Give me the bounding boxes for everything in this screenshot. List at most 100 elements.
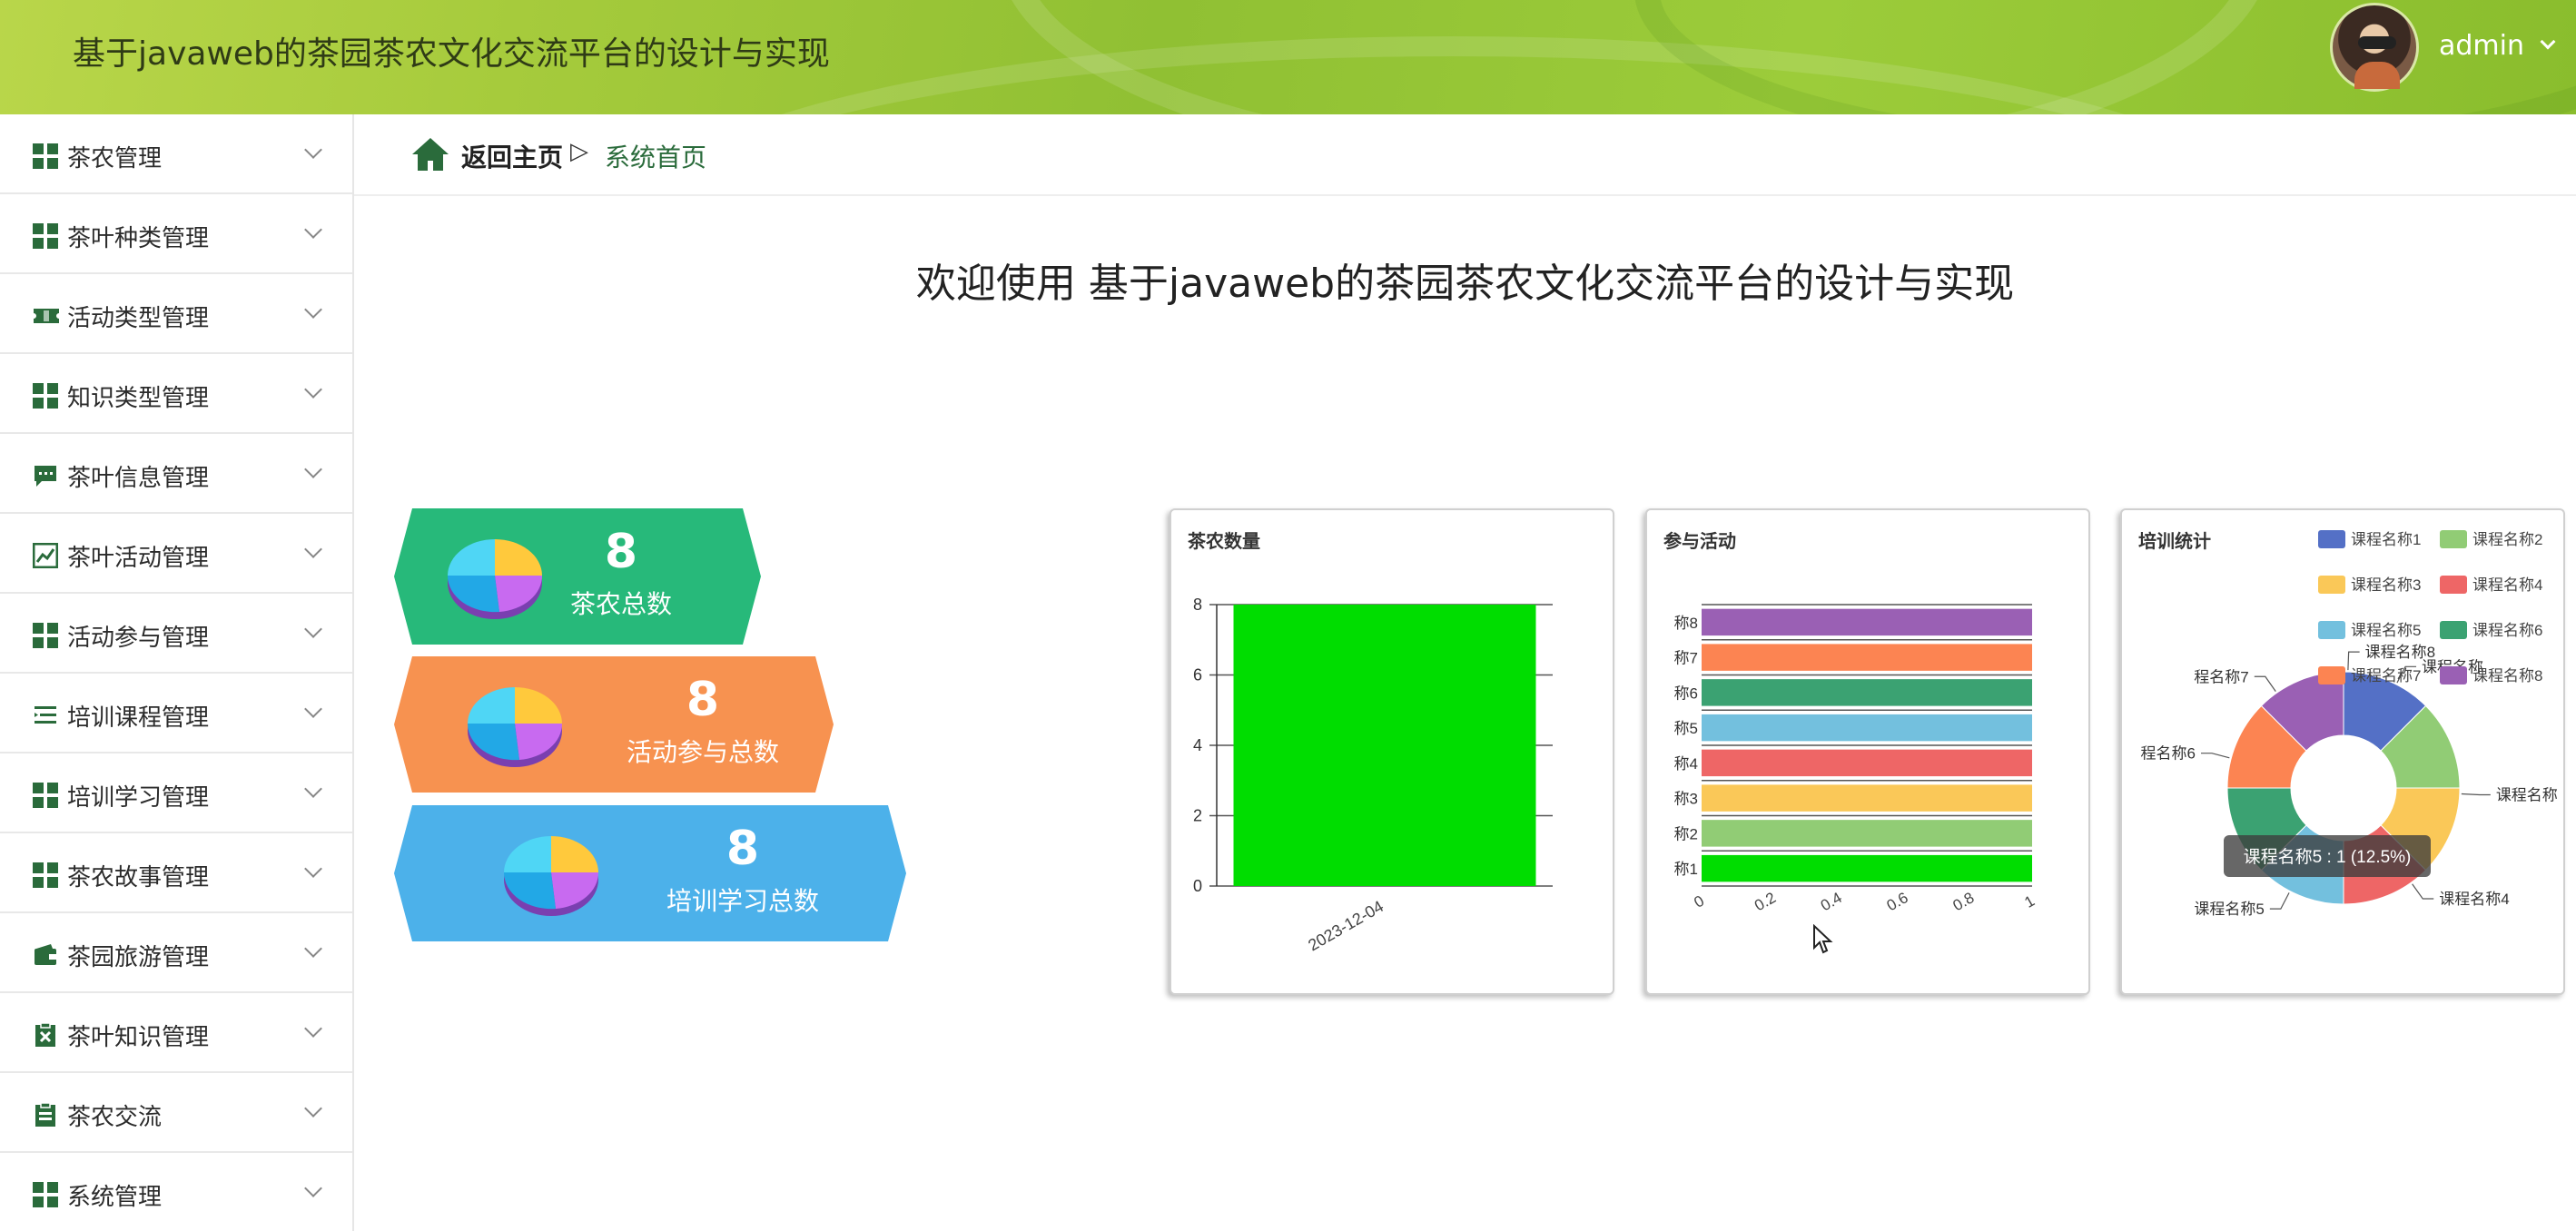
grid-icon [33,862,58,888]
legend-swatch [2318,621,2345,639]
y-tick-label: 称3 [1674,791,1698,808]
y-tick-label: 称8 [1674,615,1698,632]
chevron-down-icon [304,1019,322,1038]
sidebar-item-tea-knowledge[interactable]: 茶叶知识管理 [0,993,352,1073]
home-icon[interactable] [410,136,450,172]
x-tick-label: 1 [2021,892,2038,911]
sidebar-item-label: 系统管理 [67,1184,163,1211]
sidebar-item-label: 茶叶活动管理 [67,545,210,572]
pie-chart-icon [503,836,599,916]
stat-value: 8 [725,822,760,876]
y-tick-label: 称6 [1674,684,1698,702]
bar [1702,679,2032,706]
chart-panel-training: 培训统计 课程名称课程名称课程名称4课程名称5程名称6程名称7课程名称8课程名称… [2120,508,2565,995]
breadcrumb-home-link[interactable]: 返回主页 [461,138,563,174]
y-tick-label: 称7 [1674,650,1698,667]
sidebar-item-training-course[interactable]: 培训课程管理 [0,674,352,753]
y-tick-label: 称5 [1674,720,1698,737]
sidebar-item-farmer-exchange[interactable]: 茶农交流 [0,1073,352,1153]
wallet-icon [33,942,58,968]
sidebar-item-knowledge-type[interactable]: 知识类型管理 [0,354,352,434]
sidebar-item-training-study[interactable]: 培训学习管理 [0,753,352,833]
legend-swatch [2440,666,2467,684]
sidebar-item-label: 茶叶信息管理 [67,465,210,492]
legend-label: 课程名称7 [2351,667,2421,684]
donut-chart: 课程名称课程名称课程名称4课程名称5程名称6程名称7课程名称8课程名称1课程名称… [2141,530,2558,918]
sidebar-item-label: 活动类型管理 [67,305,210,332]
legend-swatch [2318,576,2345,594]
x-tick-label: 0.8 [1949,889,1977,914]
top-header: 基于javaweb的茶园茶农文化交流平台的设计与实现 admin [0,0,2576,114]
legend-swatch [2318,666,2345,684]
chart-panel-farmers: 茶农数量 0 2 4 6 8 2023-12-04 [1170,508,1614,995]
legend-label: 课程名称2 [2472,531,2542,548]
breadcrumb-separator: ▷ [570,138,588,165]
bar [1702,749,2032,777]
x-tick-label: 0 [1691,892,1707,911]
chevron-down-icon [304,460,322,478]
sidebar-item-system[interactable]: 系统管理 [0,1153,352,1231]
bar [1702,820,2032,847]
slice-label: 程名称7 [2194,668,2248,685]
sidebar: 茶农管理 茶叶种类管理 活动类型管理 知识类型管理 茶叶信息管理 茶叶活动管理 … [0,114,354,1231]
sidebar-item-garden-tour[interactable]: 茶园旅游管理 [0,913,352,993]
sidebar-item-label: 培训学习管理 [67,784,210,812]
legend-swatch [2318,530,2345,548]
sidebar-item-label: 活动参与管理 [67,625,210,652]
bar [1233,605,1536,886]
sidebar-item-label: 知识类型管理 [67,385,210,412]
sidebar-item-label: 茶农管理 [67,145,163,172]
grid-icon [33,143,58,169]
y-tick-label: 称4 [1674,755,1698,773]
x-tick-label: 0.2 [1752,889,1779,914]
y-tick-label: 称2 [1674,825,1698,842]
x-tick-label: 0.6 [1884,889,1911,914]
label-leader-line [2254,675,2276,692]
stat-value: 8 [686,673,720,727]
chevron-down-icon [304,700,322,718]
y-tick-label: 称1 [1674,861,1698,878]
grid-icon [33,223,58,249]
legend-swatch [2440,621,2467,639]
chevron-down-icon [304,300,322,319]
sidebar-item-activity-join[interactable]: 活动参与管理 [0,594,352,674]
chevron-down-icon [304,540,322,558]
chart-panel-activity: 参与活动 称1 称2 称3 称4 称5 称6 称7 称8 0 0.2 0.4 0.6 0.8 1 [1645,508,2090,995]
tooltip-text: 课程名称5 : 1 (12.5%) [2244,847,2412,867]
list-icon [33,703,58,728]
x-tick-label: 2023-12-04 [1305,897,1387,954]
trend-chart-icon [32,542,59,569]
sidebar-item-activity-type[interactable]: 活动类型管理 [0,274,352,354]
legend-swatch [2440,576,2467,594]
y-tick-label: 8 [1193,596,1202,614]
sidebar-item-tea-info[interactable]: 茶叶信息管理 [0,434,352,514]
slice-label: 课程名称5 [2194,901,2264,918]
sidebar-item-farmer-story[interactable]: 茶农故事管理 [0,833,352,913]
label-leader-line [2412,883,2434,900]
user-avatar[interactable] [2330,3,2419,92]
sidebar-item-label: 培训课程管理 [67,704,210,732]
chevron-down-icon [304,221,322,239]
sidebar-item-label: 茶叶知识管理 [67,1024,210,1051]
slice-label: 课程名称 [2496,786,2558,803]
app-title: 基于javaweb的茶园茶农文化交流平台的设计与实现 [73,35,830,73]
bar-chart: 0 2 4 6 8 2023-12-04 [1193,596,1553,955]
grid-icon [33,1182,58,1207]
y-tick-label: 0 [1193,877,1202,895]
stat-label: 培训学习总数 [666,886,819,916]
sidebar-item-tea-activity[interactable]: 茶叶活动管理 [0,514,352,594]
welcome-heading: 欢迎使用 基于javaweb的茶园茶农文化交流平台的设计与实现 [915,261,2015,307]
chevron-down-icon [304,620,322,638]
username-menu[interactable]: admin [2439,30,2524,62]
sidebar-item-label: 茶农交流 [67,1104,163,1131]
sidebar-item-tea-type[interactable]: 茶叶种类管理 [0,194,352,274]
slice-label: 程名称6 [2141,745,2196,763]
chevron-down-icon [304,860,322,878]
chevron-down-icon [304,1099,322,1118]
legend-label: 课程名称8 [2472,667,2542,684]
legend-label: 课程名称5 [2351,622,2421,639]
stat-label: 茶农总数 [569,589,672,619]
sidebar-item-tea-farmer[interactable]: 茶农管理 [0,114,352,194]
y-tick-label: 2 [1193,807,1202,825]
bar [1702,784,2032,812]
